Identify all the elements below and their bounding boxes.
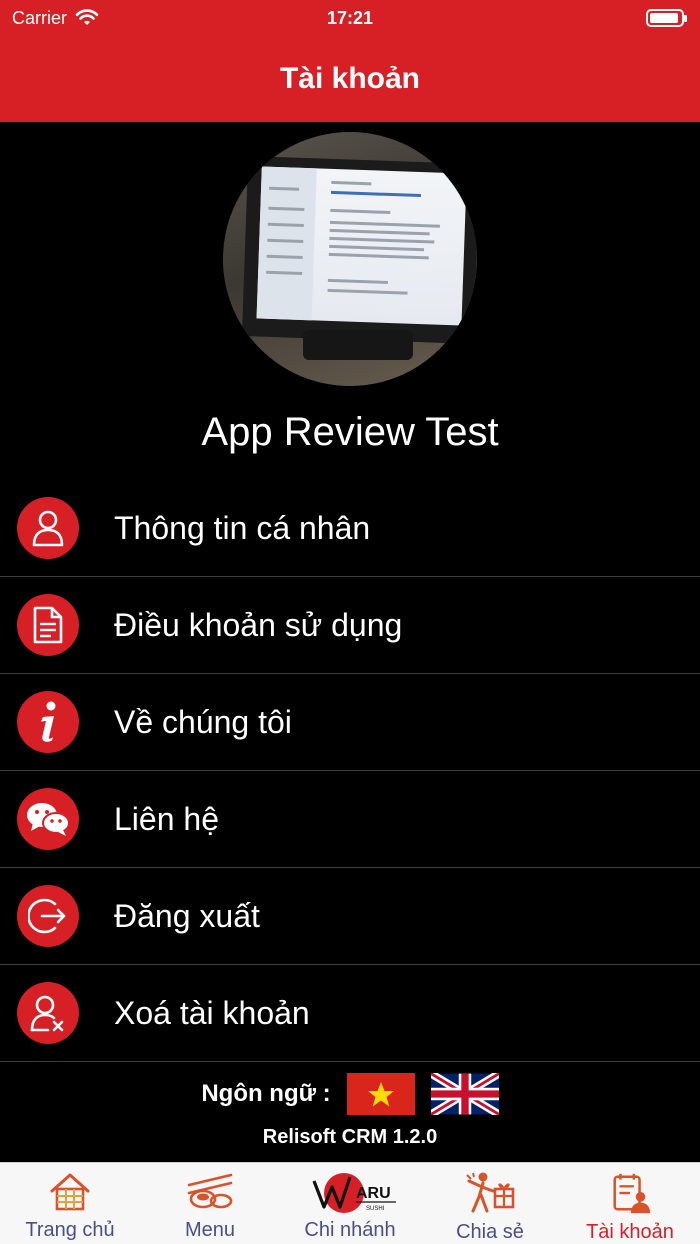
tab-label: Trang chủ [25, 1219, 115, 1241]
app-version: Relisoft CRM 1.2.0 [262, 1126, 438, 1148]
sushi-icon [187, 1173, 233, 1209]
account-icon [613, 1173, 651, 1214]
status-time: 17:21 [326, 7, 374, 28]
tab-home[interactable]: Trang chủ [0, 1163, 140, 1244]
tab-bar: Trang chủ Menu ARU SUSHI Chi nhánh Chia … [0, 1162, 700, 1244]
menu-item-label: Thông tin cá nhân [114, 509, 371, 546]
logout-icon [17, 885, 79, 947]
menu-item-terms[interactable]: Điều khoản sử dụng [0, 577, 700, 674]
account-menu: Thông tin cá nhân Điều khoản sử dụng Về … [0, 480, 700, 1062]
carrier-group: Carrier [12, 8, 99, 29]
tab-label: Chia sẻ [456, 1221, 524, 1243]
battery-icon [646, 9, 687, 27]
waru-logo-text: ARU [356, 1185, 391, 1202]
wifi-icon [75, 9, 99, 25]
menu-item-delete-account[interactable]: Xoá tài khoản [0, 965, 700, 1062]
chat-icon [17, 788, 79, 850]
page-title: Tài khoản [279, 62, 421, 95]
menu-item-label: Liên hệ [114, 800, 219, 837]
user-icon [17, 497, 79, 559]
home-icon [50, 1173, 90, 1211]
menu-item-label: Về chúng tôi [114, 703, 292, 740]
info-icon [17, 691, 79, 753]
menu-item-logout[interactable]: Đăng xuất [0, 868, 700, 965]
avatar[interactable] [223, 132, 477, 386]
vietnam-flag-button[interactable] [346, 1073, 415, 1115]
tab-label: Menu [184, 1219, 236, 1241]
tab-menu[interactable]: Menu [140, 1163, 280, 1244]
tab-branches[interactable]: ARU SUSHI Chi nhánh [280, 1163, 420, 1244]
tab-account[interactable]: Tài khoản [560, 1163, 700, 1244]
carrier-label: Carrier [12, 7, 68, 28]
menu-item-about[interactable]: Về chúng tôi [0, 674, 700, 771]
uk-flag-button[interactable] [430, 1073, 499, 1115]
menu-item-label: Xoá tài khoản [114, 994, 310, 1031]
waru-logo: ARU SUSHI [312, 1173, 396, 1213]
share-gift-icon [466, 1172, 515, 1213]
profile-name: App Review Test [201, 410, 499, 454]
vietnam-flag-icon [367, 1082, 394, 1107]
navigation-bar: Tài khoản [0, 36, 700, 122]
language-label: Ngôn ngữ : [201, 1080, 331, 1107]
tab-label: Tài khoản [586, 1221, 674, 1243]
menu-item-contact[interactable]: Liên hệ [0, 771, 700, 868]
menu-item-label: Đăng xuất [114, 897, 260, 934]
tab-label: Chi nhánh [304, 1219, 396, 1241]
uk-flag-icon [430, 1073, 499, 1115]
status-bar: Carrier 17:21 [0, 0, 700, 36]
menu-item-label: Điều khoản sử dụng [114, 606, 403, 643]
user-remove-icon [17, 982, 79, 1044]
language-selector: Ngôn ngữ : [0, 1072, 700, 1116]
menu-item-personal-info[interactable]: Thông tin cá nhân [0, 480, 700, 577]
tab-share[interactable]: Chia sẻ [420, 1163, 560, 1244]
document-icon [17, 594, 79, 656]
waru-logo-subtext: SUSHI [366, 1206, 385, 1212]
